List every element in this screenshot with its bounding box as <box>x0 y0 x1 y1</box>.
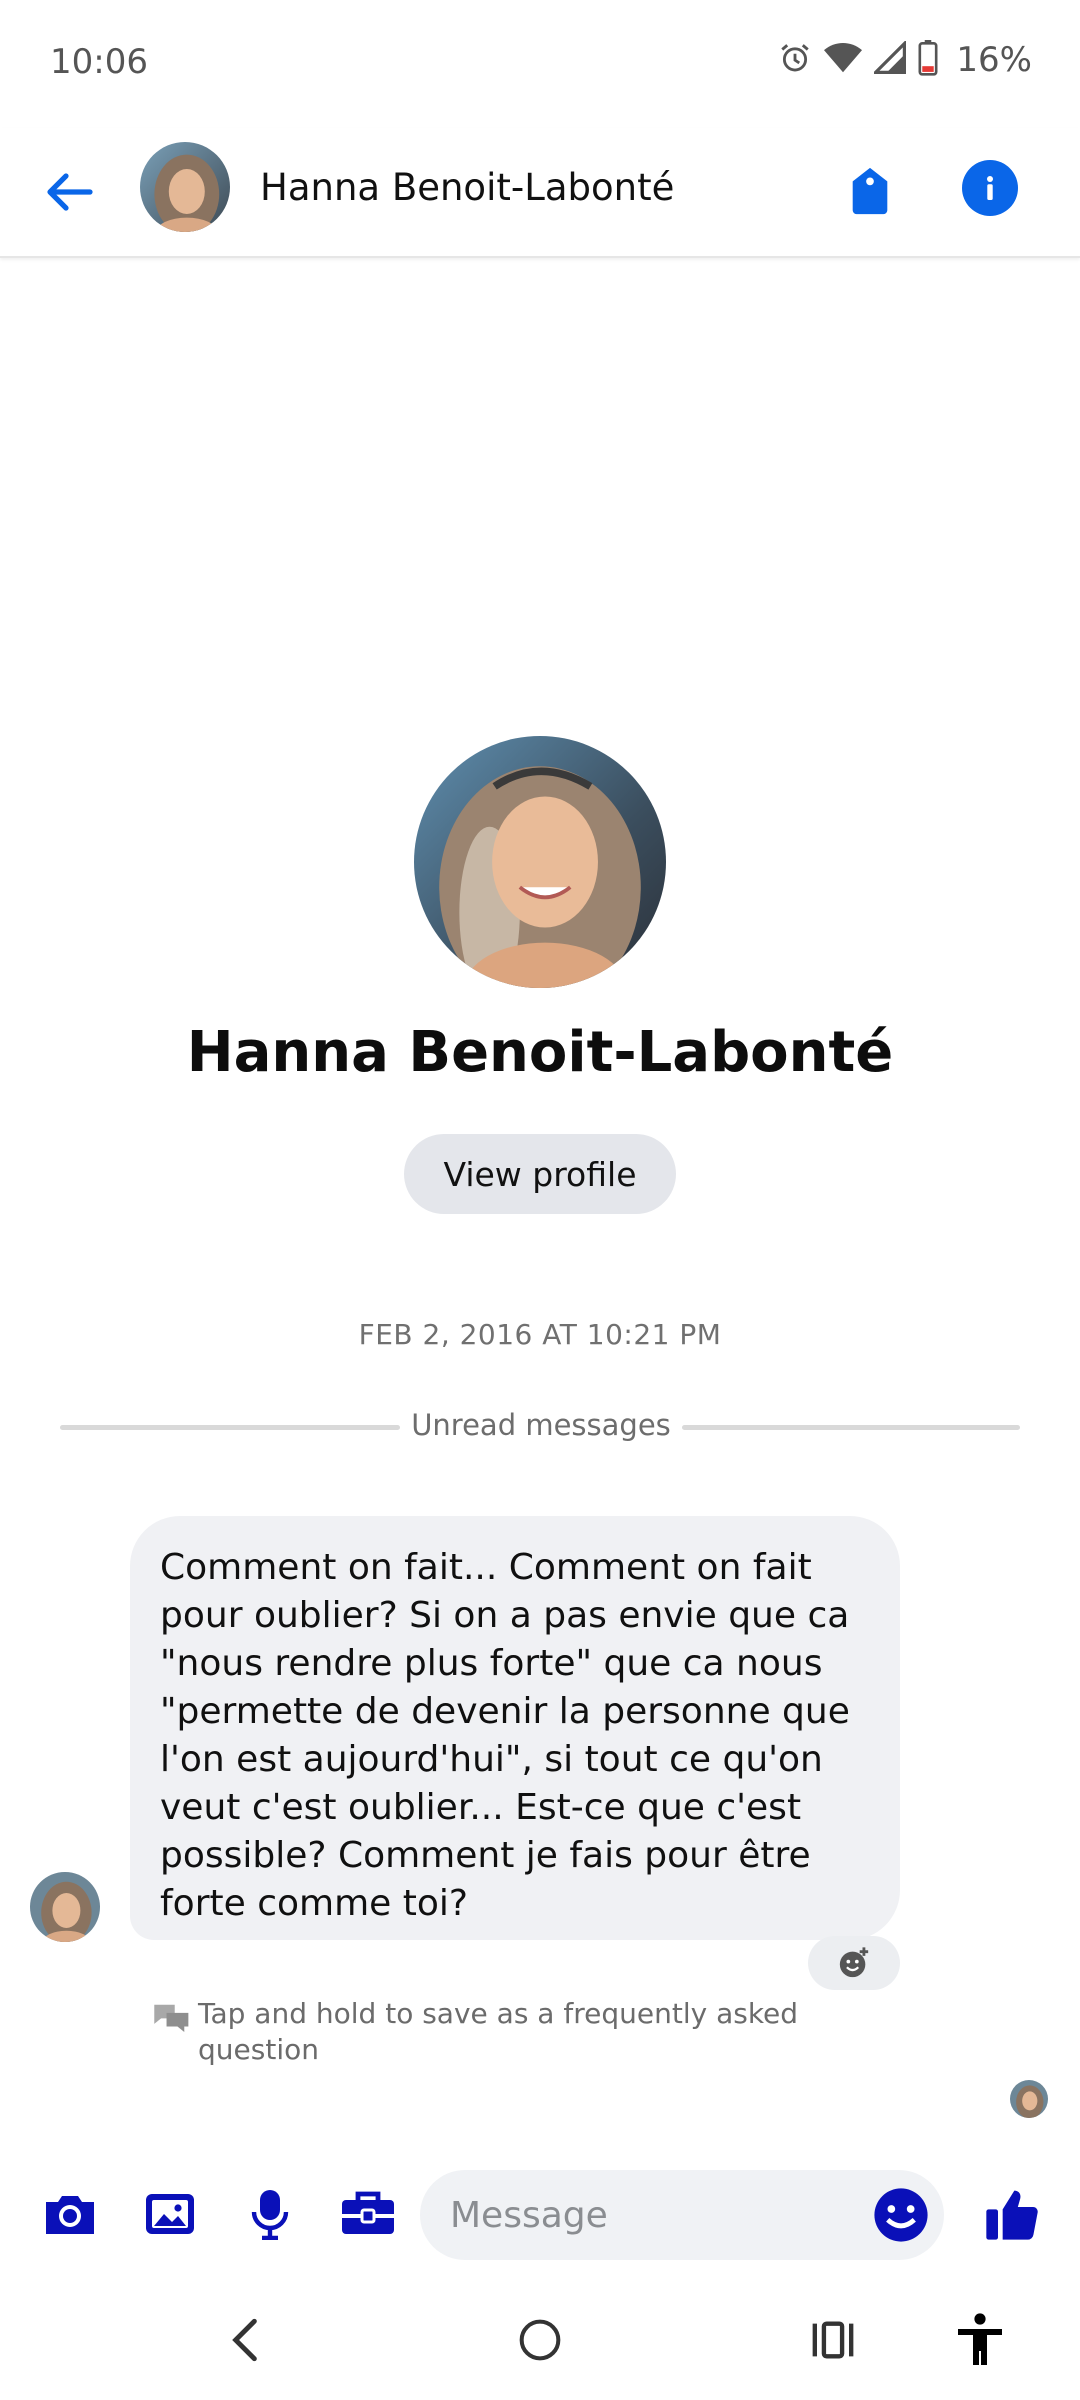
info-icon <box>987 176 993 200</box>
divider <box>60 1425 400 1430</box>
profile-name: Hanna Benoit-Labonté <box>186 1020 894 1085</box>
chat-header: Hanna Benoit-Labonté <box>0 128 1080 258</box>
conversation-timestamp: FEB 2, 2016 AT 10:21 PM <box>358 1318 722 1351</box>
profile-avatar[interactable] <box>414 736 666 988</box>
divider <box>682 1425 1020 1430</box>
add-reaction-icon <box>839 1947 869 1978</box>
status-icons: 16% <box>778 39 1032 80</box>
contact-name[interactable]: Hanna Benoit-Labonté <box>260 166 674 209</box>
thumbs-up-icon <box>986 2190 1038 2240</box>
battery-icon <box>918 40 938 80</box>
system-navbar <box>0 2280 1080 2400</box>
back-button[interactable] <box>40 162 100 222</box>
tag-icon <box>852 167 888 215</box>
camera-icon <box>46 2196 94 2234</box>
battery-percent: 16% <box>956 40 1032 80</box>
camera-button[interactable] <box>38 2182 102 2246</box>
tag-button[interactable] <box>840 158 900 224</box>
briefcase-icon <box>342 2191 394 2234</box>
nav-recents-button[interactable] <box>793 2300 873 2380</box>
nav-back-button[interactable] <box>205 2300 285 2380</box>
alarm-icon <box>778 41 812 79</box>
avatar[interactable] <box>140 142 230 232</box>
signal-icon <box>872 39 907 79</box>
status-bar: 10:06 16% <box>0 0 1080 128</box>
faq-hint: Tap and hold to save as a frequently ask… <box>198 1997 799 2066</box>
emoji-button[interactable] <box>872 2186 930 2244</box>
status-time: 10:06 <box>50 42 148 82</box>
sender-avatar[interactable] <box>30 1872 100 1942</box>
unread-messages-label: Unread messages <box>411 1408 671 1442</box>
wifi-icon <box>824 41 863 79</box>
gallery-icon <box>146 2194 194 2234</box>
add-reaction-button[interactable] <box>808 1936 900 1990</box>
emoji-icon <box>874 2188 928 2242</box>
microphone-button[interactable] <box>238 2182 302 2246</box>
gallery-button[interactable] <box>138 2182 202 2246</box>
back-arrow-icon <box>47 173 93 211</box>
recents-nav-icon <box>812 2321 854 2359</box>
message-bubble[interactable]: Comment on fait... Comment on fait pour … <box>130 1516 900 1940</box>
view-profile-button[interactable]: View profile <box>404 1134 676 1214</box>
home-nav-icon <box>519 2319 561 2361</box>
info-button[interactable] <box>962 160 1018 216</box>
chat-bubbles-icon <box>152 2002 192 2036</box>
nav-home-button[interactable] <box>500 2300 580 2380</box>
microphone-icon <box>251 2190 289 2240</box>
accessibility-icon <box>958 2313 1002 2365</box>
message-input[interactable] <box>420 2170 944 2260</box>
like-button[interactable] <box>980 2182 1044 2246</box>
message-composer <box>0 2160 1080 2270</box>
back-nav-icon <box>232 2318 257 2362</box>
seen-indicator-avatar <box>1010 2080 1048 2118</box>
accessibility-button[interactable] <box>940 2300 1020 2380</box>
briefcase-button[interactable] <box>336 2182 400 2246</box>
